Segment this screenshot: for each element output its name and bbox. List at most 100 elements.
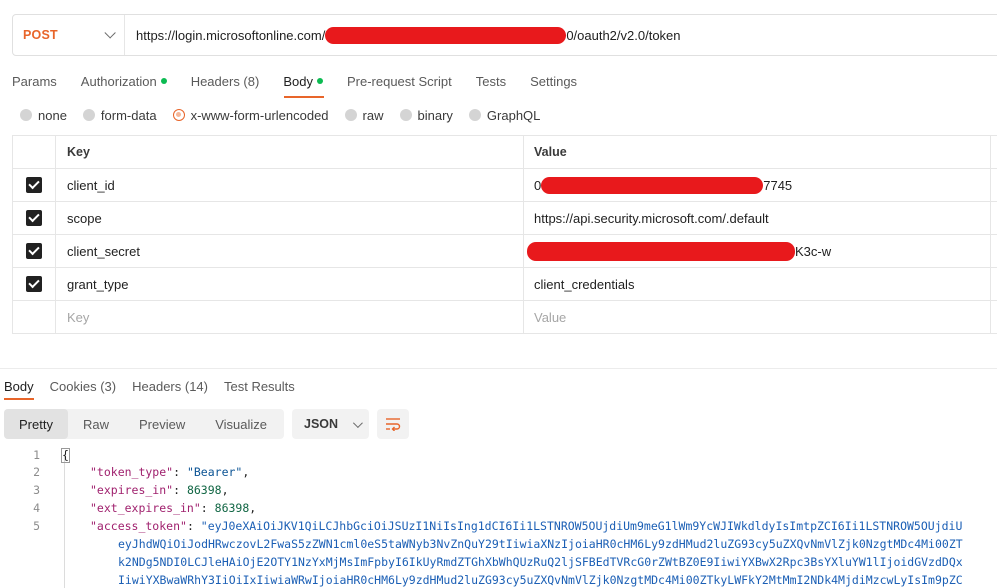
- tab-label: Headers (8): [190, 73, 260, 89]
- tab-label: Authorization: [80, 73, 157, 89]
- wrap-lines-button[interactable]: [377, 409, 409, 439]
- column-header-value: Value: [524, 136, 991, 168]
- json-string: "Bearer": [186, 465, 243, 479]
- modified-dot-icon: [316, 78, 323, 84]
- radio-icon: [468, 109, 481, 121]
- check-cell: [13, 268, 56, 300]
- line-number: 5: [33, 519, 40, 533]
- tab-headers[interactable]: Headers (8): [191, 74, 260, 89]
- tab-label: Settings: [530, 73, 578, 89]
- radio-label: GraphQL: [486, 107, 541, 123]
- param-value-cell[interactable]: https://api.security.microsoft.com/.defa…: [524, 202, 991, 234]
- view-visualize-button[interactable]: Visualize: [200, 409, 282, 439]
- value-prefix: 0: [534, 177, 542, 193]
- code-line: 5 "access_token": "eyJ0eXAiOiJKV1QiLCJhb…: [0, 517, 997, 535]
- redaction-mark: [527, 241, 795, 261]
- radio-label: binary: [417, 107, 453, 123]
- new-key-input[interactable]: Key: [56, 301, 524, 333]
- param-key-cell[interactable]: client_secret: [56, 235, 524, 267]
- format-select[interactable]: JSON: [292, 409, 369, 439]
- tab-tests[interactable]: Tests: [476, 74, 506, 89]
- table-row: grant_type client_credentials: [12, 268, 997, 301]
- active-tab-indicator: [284, 96, 324, 98]
- param-key-cell[interactable]: scope: [56, 202, 524, 234]
- json-key: "ext_expires_in": [90, 501, 201, 515]
- active-tab-indicator: [4, 398, 34, 400]
- param-value-cell[interactable]: client_credentials: [524, 268, 991, 300]
- code-line: 4 "ext_expires_in": 86398,: [0, 499, 997, 517]
- radio-label: raw: [362, 107, 384, 123]
- table-row: client_id 0 7745: [12, 169, 997, 202]
- tab-pre-request-script[interactable]: Pre-request Script: [347, 74, 452, 89]
- new-value-input[interactable]: Value: [524, 301, 991, 333]
- json-number: 86398: [214, 501, 250, 515]
- param-key-cell[interactable]: grant_type: [56, 268, 524, 300]
- radio-icon: [20, 109, 32, 121]
- param-key-cell[interactable]: client_id: [56, 169, 524, 201]
- open-brace: {: [61, 448, 70, 463]
- param-value-cell[interactable]: 0 7745: [524, 169, 991, 201]
- view-preview-button[interactable]: Preview: [124, 409, 200, 439]
- row-checkbox[interactable]: [26, 243, 42, 259]
- body-type-binary[interactable]: binary: [399, 107, 453, 123]
- radio-label: x-www-form-urlencoded: [190, 107, 329, 123]
- check-cell: [13, 301, 56, 333]
- tab-response-cookies[interactable]: Cookies (3): [50, 379, 116, 394]
- chevron-down-icon: [353, 417, 363, 428]
- radio-label: none: [38, 107, 67, 123]
- tab-label: Body: [283, 73, 313, 89]
- body-type-none[interactable]: none: [20, 108, 67, 123]
- code-line-wrap: k2NDg5NDI0LCJleHAiOjE2OTY1NzYxMjMsImFpby…: [0, 553, 997, 571]
- request-tabs: Params Authorization Headers (8) Body Pr…: [12, 71, 601, 91]
- line-number: 3: [33, 483, 40, 497]
- check-cell: [13, 202, 56, 234]
- table-row: scope https://api.security.microsoft.com…: [12, 202, 997, 235]
- param-value-cell[interactable]: K3c-w: [524, 235, 991, 267]
- radio-selected-icon: [172, 109, 185, 121]
- json-string: eyJhdWQiOiJodHRwczovL2FwaS5zZWN1cml0eS5t…: [118, 537, 963, 551]
- tab-response-body[interactable]: Body: [4, 379, 34, 394]
- method-select[interactable]: POST: [13, 15, 125, 55]
- json-string: "eyJ0eXAiOiJKV1QiLCJhbGciOiJSUzI1NiIsIng…: [200, 519, 963, 533]
- code-line-wrap: eyJhdWQiOiJodHRwczovL2FwaS5zZWN1cml0eS5t…: [0, 535, 997, 553]
- row-checkbox[interactable]: [26, 210, 42, 226]
- tab-params[interactable]: Params: [12, 74, 57, 89]
- row-checkbox[interactable]: [26, 276, 42, 292]
- tab-settings[interactable]: Settings: [530, 74, 577, 89]
- body-type-selector: none form-data x-www-form-urlencoded raw…: [20, 107, 556, 123]
- value-suffix: K3c-w: [795, 243, 832, 259]
- params-table: Key Value client_id 0 7745 scope https://…: [12, 135, 997, 334]
- body-type-form-data[interactable]: form-data: [82, 107, 157, 123]
- view-raw-button[interactable]: Raw: [68, 409, 124, 439]
- table-header-row: Key Value: [12, 136, 997, 169]
- redaction-mark: [541, 176, 764, 194]
- modified-dot-icon: [160, 78, 167, 84]
- tab-label: Tests: [475, 73, 507, 89]
- tab-test-results[interactable]: Test Results: [224, 379, 295, 394]
- tab-label: Params: [12, 73, 57, 89]
- request-url-bar: POST https://login.microsoftonline.com/ …: [12, 14, 997, 56]
- url-input[interactable]: https://login.microsoftonline.com/ 0/oau…: [125, 26, 681, 44]
- code-text: "token_type": "Bearer",: [90, 465, 250, 479]
- check-cell: [13, 169, 56, 201]
- code-line: 3 "expires_in": 86398,: [0, 481, 997, 499]
- radio-icon: [344, 109, 357, 121]
- code-text: "access_token": "eyJ0eXAiOiJKV1QiLCJhbGc…: [90, 519, 963, 533]
- format-label: JSON: [304, 417, 339, 431]
- body-type-urlencoded[interactable]: x-www-form-urlencoded: [172, 107, 329, 123]
- url-prefix: https://login.microsoftonline.com/: [136, 27, 326, 43]
- view-pretty-button[interactable]: Pretty: [4, 409, 68, 439]
- code-text: "ext_expires_in": 86398,: [90, 501, 257, 515]
- tab-body[interactable]: Body: [283, 74, 323, 89]
- tab-response-headers[interactable]: Headers (14): [132, 379, 208, 394]
- radio-label: form-data: [100, 107, 157, 123]
- line-number: 2: [33, 465, 40, 479]
- body-type-graphql[interactable]: GraphQL: [468, 107, 541, 123]
- json-key: "token_type": [90, 465, 174, 479]
- body-type-raw[interactable]: raw: [344, 107, 384, 123]
- json-number: 86398: [186, 483, 222, 497]
- row-checkbox[interactable]: [26, 177, 42, 193]
- redaction-mark: [325, 26, 567, 44]
- code-line-wrap: IiwiYXBwaWRhY3IiOiIxIiwiaWRwIjoiaHR0cHM6…: [0, 571, 997, 588]
- tab-authorization[interactable]: Authorization: [81, 74, 167, 89]
